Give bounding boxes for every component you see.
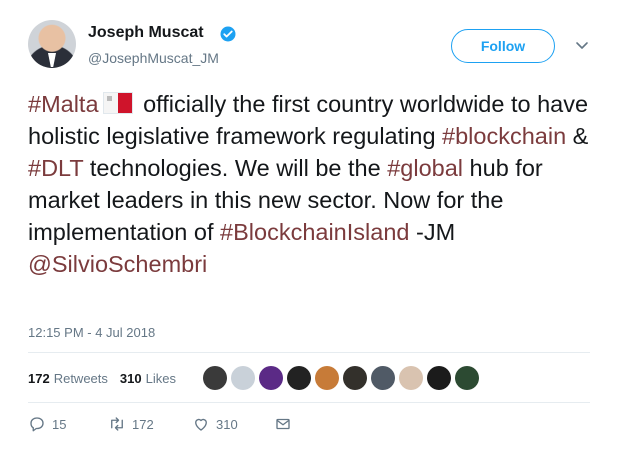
retweets-count: 172 xyxy=(28,371,50,386)
follow-button[interactable]: Follow xyxy=(451,29,555,63)
liker-avatar[interactable] xyxy=(371,366,395,390)
like-count: 310 xyxy=(216,416,238,432)
retweet-count: 172 xyxy=(132,416,154,432)
avatar[interactable] xyxy=(28,20,76,68)
retweet-button[interactable]: 172 xyxy=(108,415,192,433)
tweet-text-segment: & xyxy=(566,123,589,149)
liker-avatar[interactable] xyxy=(287,366,311,390)
reply-button[interactable]: 15 xyxy=(28,415,108,433)
tweet-text: #Malta officially the first country worl… xyxy=(28,88,598,280)
mention-silvioschembri[interactable]: @SilvioSchembri xyxy=(28,251,207,277)
author-name[interactable]: Joseph Muscat xyxy=(88,24,204,42)
retweets-label: Retweets xyxy=(53,371,108,386)
tweet-text-segment: technologies. We will be the xyxy=(83,155,388,181)
retweet-icon xyxy=(111,417,123,431)
verified-icon xyxy=(220,26,236,42)
liker-avatar[interactable] xyxy=(343,366,367,390)
hashtag-blockchainisland[interactable]: #BlockchainIsland xyxy=(220,219,409,245)
engagement-stats: 172 Retweets 310 Likes xyxy=(28,371,176,386)
divider xyxy=(28,352,590,353)
likes-label: Likes xyxy=(145,371,176,386)
liker-avatar[interactable] xyxy=(259,366,283,390)
liker-avatar[interactable] xyxy=(315,366,339,390)
likes-count: 310 xyxy=(119,371,142,386)
liker-avatar[interactable] xyxy=(455,366,479,390)
hashtag-global[interactable]: #global xyxy=(387,155,463,181)
likes-stat[interactable]: 310 Likes xyxy=(120,371,176,386)
like-button[interactable]: 310 xyxy=(192,415,274,433)
reply-icon xyxy=(30,417,44,432)
hashtag-dlt[interactable]: #DLT xyxy=(28,155,83,181)
liker-avatar[interactable] xyxy=(231,366,255,390)
message-icon xyxy=(276,418,290,430)
divider xyxy=(28,402,590,403)
retweets-stat[interactable]: 172 Retweets xyxy=(28,371,108,386)
tweet-actions: 15 172 310 xyxy=(28,415,292,433)
liker-avatar[interactable] xyxy=(203,366,227,390)
tweet-text-segment: -JM xyxy=(409,219,456,245)
tweet-timestamp[interactable]: 12:15 PM - 4 Jul 2018 xyxy=(28,325,155,340)
hashtag-blockchain[interactable]: #blockchain xyxy=(442,123,566,149)
direct-message-button[interactable] xyxy=(274,415,292,433)
chevron-down-icon[interactable] xyxy=(574,39,590,53)
liker-avatars xyxy=(203,366,479,390)
hashtag-malta[interactable]: #Malta xyxy=(28,91,99,117)
liker-avatar[interactable] xyxy=(427,366,451,390)
reply-count: 15 xyxy=(52,416,67,432)
flag-malta-icon xyxy=(102,92,133,114)
heart-icon xyxy=(195,418,207,431)
liker-avatar[interactable] xyxy=(399,366,423,390)
author-handle[interactable]: @JosephMuscat_JM xyxy=(88,50,219,66)
